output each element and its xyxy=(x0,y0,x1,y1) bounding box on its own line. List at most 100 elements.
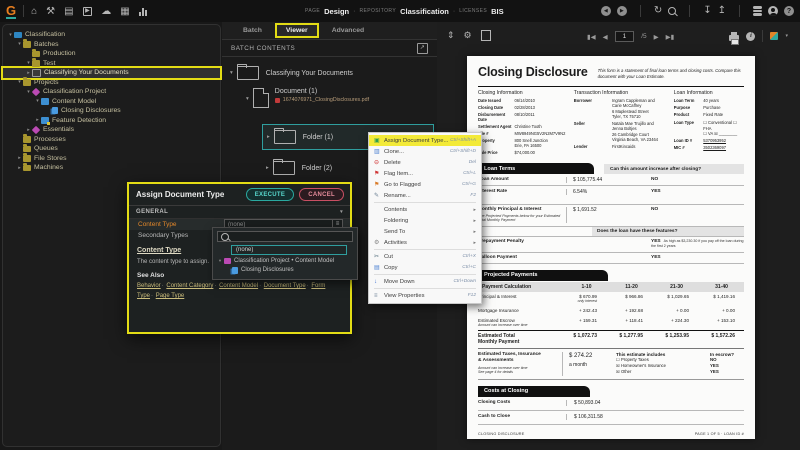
tree-item-test[interactable]: ▾Test xyxy=(3,59,220,69)
licenses-value[interactable]: BIS xyxy=(491,7,504,16)
link-content-category[interactable]: Content Category xyxy=(166,283,213,289)
menu-item-delete[interactable]: ⊖DeleteDel xyxy=(369,157,481,168)
page-value[interactable]: Design xyxy=(324,7,349,16)
menu-item-activities[interactable]: ⚙Activities▸ xyxy=(369,237,481,248)
next-page-button[interactable]: ▶ xyxy=(654,33,659,41)
tab-viewer[interactable]: Viewer xyxy=(277,25,317,36)
print-icon[interactable] xyxy=(729,35,739,41)
dropdown-item-content-model[interactable]: ▾ Classification Project • Content Model xyxy=(217,256,353,266)
dropdown-item-closing-disclosures[interactable]: Closing Disclosures xyxy=(217,266,353,276)
grooper-logo[interactable]: G xyxy=(6,4,16,19)
tree-arrow[interactable]: ▾ xyxy=(7,32,14,38)
menu-item-cut[interactable]: ✂CutCtrl+X xyxy=(369,251,481,262)
info-icon[interactable]: i xyxy=(746,32,755,41)
first-page-button[interactable]: ▮◀ xyxy=(587,33,596,41)
menu-item-view-properties[interactable]: ≡View PropertiesF12 xyxy=(369,290,481,301)
cancel-button[interactable]: CANCEL xyxy=(299,188,344,201)
refresh-button[interactable]: ↻ xyxy=(654,6,662,16)
tree-item-machines[interactable]: ▸Machines xyxy=(3,163,220,173)
link-content-model[interactable]: Content Model xyxy=(219,283,258,289)
document-page[interactable]: Closing Disclosure This form is a statem… xyxy=(467,56,755,439)
tree-item-classifying-your-documents[interactable]: ▸Classifying Your Documents xyxy=(3,68,220,78)
render-settings-icon[interactable]: ⚙ xyxy=(464,30,472,41)
menu-item-rename[interactable]: ✎Rename...F2 xyxy=(369,190,481,201)
tree-item-queues[interactable]: Queues xyxy=(3,144,220,154)
batch-contents-header: BATCH CONTENTS ↗ xyxy=(222,40,437,57)
batch-process-icon[interactable]: ▶ xyxy=(83,7,93,16)
batch-tree-document[interactable]: ▾ Document (1) 1674076971_ClosingDisclos… xyxy=(246,88,369,118)
tree-arrow[interactable]: ▸ xyxy=(266,165,269,171)
tree-item-classification-project[interactable]: ▾Classification Project xyxy=(3,87,220,97)
tab-batch[interactable]: Batch xyxy=(234,25,271,36)
design-tools-icon[interactable]: ⚒ xyxy=(46,6,55,17)
menu-item-send-to[interactable]: Send To▸ xyxy=(369,226,481,237)
page-number-input[interactable]: 1 xyxy=(615,31,635,42)
search-icon[interactable] xyxy=(668,7,676,15)
tree-item-batches[interactable]: ▾Batches xyxy=(3,40,220,50)
pages-icon[interactable] xyxy=(481,30,491,41)
menu-item-go-to-flagged[interactable]: ⚑Go to FlaggedCtrl+G xyxy=(369,179,481,190)
tree-arrow[interactable]: ▸ xyxy=(25,70,32,76)
content-type-dropdown: (none) ▾ Classification Project • Conten… xyxy=(212,227,358,280)
tree-arrow[interactable]: ▸ xyxy=(267,134,270,140)
back-button[interactable]: ◀ xyxy=(601,6,611,16)
tree-arrow[interactable]: ▸ xyxy=(34,117,41,123)
tree-item-content-model[interactable]: ▾Content Model xyxy=(3,97,220,107)
forward-button[interactable]: ▶ xyxy=(617,6,627,16)
stats-icon[interactable] xyxy=(139,7,147,16)
tab-advanced[interactable]: Advanced xyxy=(323,25,373,36)
tree-item-file-stores[interactable]: ▸File Stores xyxy=(3,154,220,164)
upload-button[interactable]: ↥ xyxy=(718,6,726,16)
general-section-header[interactable]: GENERAL ▾ xyxy=(129,206,350,219)
tree-item-classification[interactable]: ▾Classification xyxy=(3,30,220,40)
batches-icon[interactable]: ▤ xyxy=(64,6,73,17)
menu-item-move-down[interactable]: ↓Move DownCtrl+Down xyxy=(369,276,481,287)
chevron-down-icon[interactable]: ▾ xyxy=(785,33,788,39)
last-page-button[interactable]: ▶▮ xyxy=(666,33,675,41)
tree-item-feature-detection[interactable]: ▸Feature Detection xyxy=(3,116,220,126)
tree-arrow[interactable]: ▾ xyxy=(246,96,249,102)
menu-item-copy[interactable]: ▤CopyCtrl+C xyxy=(369,262,481,273)
tree-arrow[interactable]: ▾ xyxy=(230,70,233,76)
previous-page-button[interactable]: ◀ xyxy=(603,33,608,41)
batch-tree-root[interactable]: ▾ Classifying Your Documents xyxy=(230,62,353,84)
help-icon[interactable]: ? xyxy=(784,6,794,16)
tree-item-production[interactable]: Production xyxy=(3,49,220,59)
tree-item-closing-disclosures[interactable]: Closing Disclosures xyxy=(3,106,220,116)
fit-page-icon[interactable]: ⇕ xyxy=(447,30,455,41)
menu-item-assign-document-type[interactable]: ▣Assign Document Type...Ctrl+Shift+A xyxy=(369,135,481,146)
repository-switch-icon[interactable] xyxy=(753,6,762,15)
cloud-import-icon[interactable]: ☁ xyxy=(101,6,111,17)
breadcrumb: PAGE Design · REPOSITORY Classification … xyxy=(305,0,504,22)
link-page-type[interactable]: Page Type xyxy=(156,293,185,299)
repository-value[interactable]: Classification xyxy=(400,7,449,16)
jobs-icon[interactable]: ▦ xyxy=(120,6,129,17)
folder-icon xyxy=(23,79,31,86)
link-behavior[interactable]: Behavior xyxy=(137,283,161,289)
dropdown-item-none[interactable]: (none) xyxy=(231,245,347,255)
expand-panel-icon[interactable]: ↗ xyxy=(417,43,428,54)
tree-item-processes[interactable]: Processes xyxy=(3,135,220,145)
menu-item-clone[interactable]: ▥Clone...Ctrl+Shift+D xyxy=(369,146,481,157)
user-account-icon[interactable] xyxy=(768,6,778,16)
download-button[interactable]: ↧ xyxy=(703,6,711,16)
tree-item-projects[interactable]: ▾Projects xyxy=(3,78,220,88)
tree-item-essentials[interactable]: ▸Essentials xyxy=(3,125,220,135)
tree-arrow[interactable]: ▸ xyxy=(16,155,23,161)
tree-arrow[interactable]: ▾ xyxy=(217,258,223,264)
menu-item-contents[interactable]: Contents▸ xyxy=(369,204,481,215)
tree-arrow[interactable]: ▾ xyxy=(16,41,23,47)
execute-button[interactable]: EXECUTE xyxy=(246,188,294,201)
tree-arrow[interactable]: ▾ xyxy=(34,98,41,104)
menu-item-flag-item[interactable]: ⚑Flag Item...Ctrl+L xyxy=(369,168,481,179)
batch-tree-folder-2[interactable]: ▸ Folder (2) xyxy=(266,156,332,180)
classify-menu-icon[interactable] xyxy=(770,32,778,40)
dropdown-search-input[interactable] xyxy=(217,231,353,242)
home-icon[interactable]: ⌂ xyxy=(31,6,37,17)
tree-arrow[interactable]: ▾ xyxy=(16,79,23,85)
chevron-down-icon[interactable]: ▾ xyxy=(340,209,343,215)
link-document-type[interactable]: Document Type xyxy=(264,283,306,289)
tree-arrow[interactable]: ▾ xyxy=(25,60,32,66)
menu-item-foldering[interactable]: Foldering▸ xyxy=(369,215,481,226)
tree-arrow[interactable]: ▸ xyxy=(16,165,23,171)
